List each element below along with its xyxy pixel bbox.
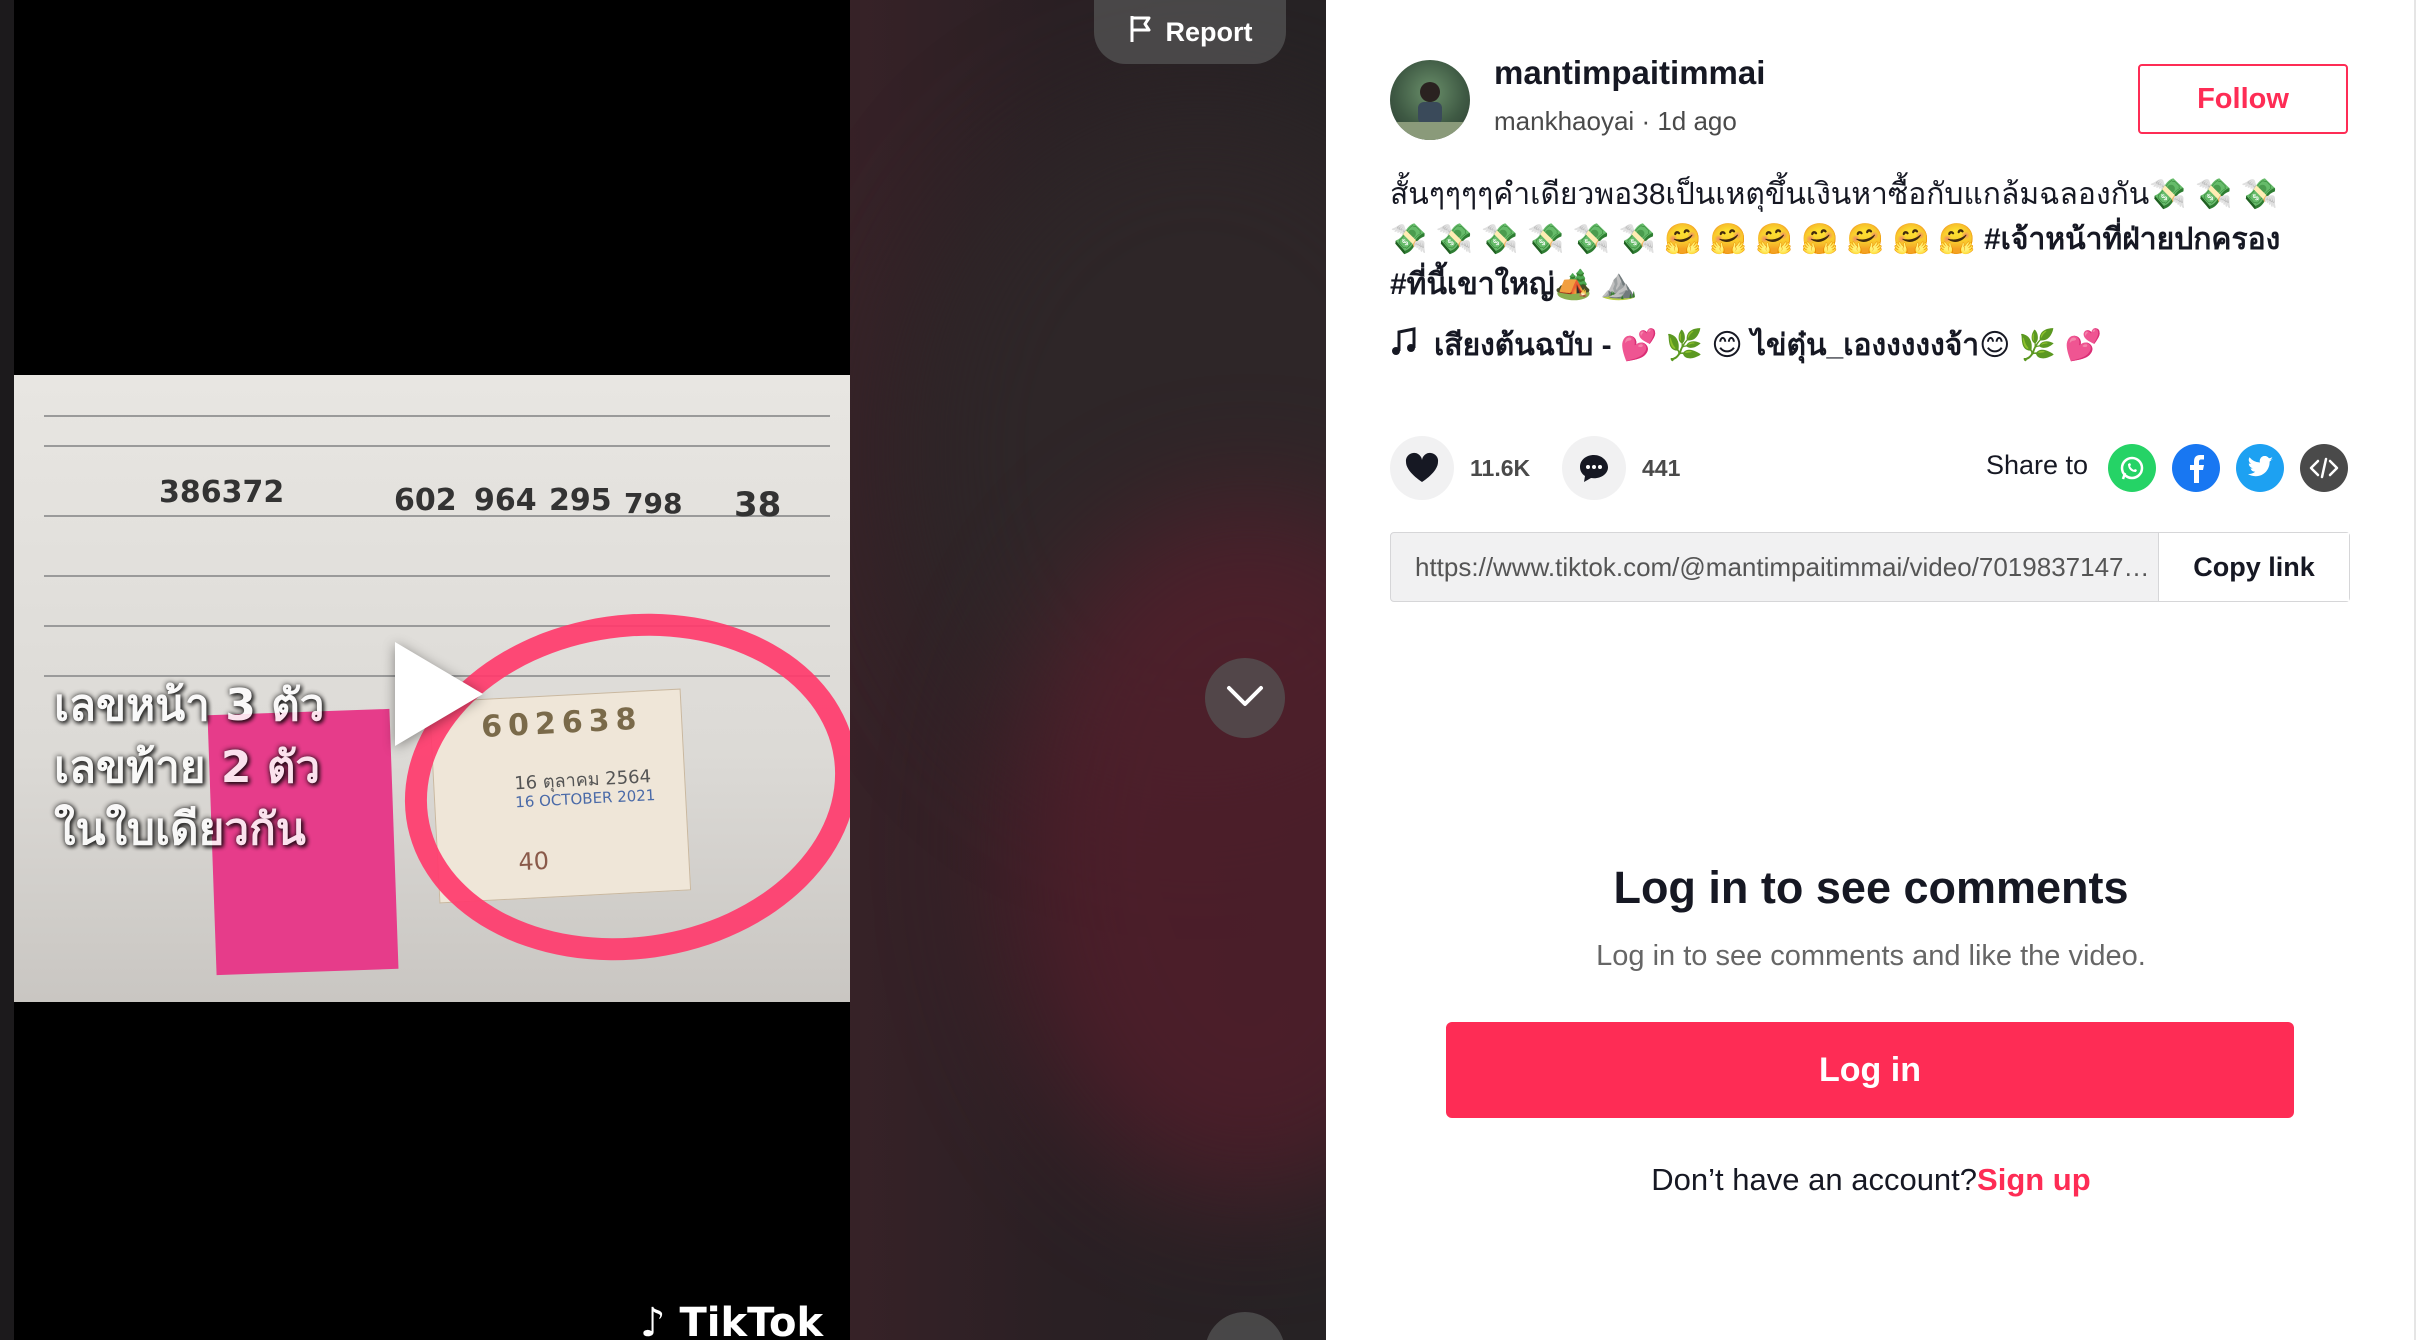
sheet-line [44, 415, 830, 417]
author-handle[interactable]: mankhaoyai [1494, 106, 1634, 136]
left-edge [0, 0, 14, 1340]
sheet-line [44, 445, 830, 447]
embed-icon[interactable] [2300, 444, 2348, 492]
overlay-line: ในใบเดียวกัน [54, 804, 306, 855]
prize-number: 798 [624, 487, 683, 520]
video-player-area[interactable]: 386372 602 964 295 798 38 602638 16 ตุลา… [0, 0, 1326, 1340]
no-account-text: Don’t have an account? [1651, 1162, 1978, 1197]
overlay-line: เลขหน้า 3 ตัว [54, 680, 325, 731]
login-prompt-title: Log in to see comments [1613, 862, 2129, 913]
signup-prompt: Don’t have an account?Sign up [1326, 1162, 2416, 1198]
like-action[interactable]: 11.6K [1390, 436, 1530, 500]
separator-dot: · [1641, 106, 1658, 136]
like-count: 11.6K [1470, 454, 1531, 481]
info-panel: mantimpaitimmai mankhaoyai · 1d ago Foll… [1326, 0, 2416, 1340]
post-time: 1d ago [1657, 106, 1737, 136]
music-note-icon [1390, 326, 1418, 365]
chevron-down-icon [1225, 684, 1265, 713]
follow-button[interactable]: Follow [2138, 64, 2348, 134]
secondary-nav-button[interactable] [1205, 1312, 1285, 1340]
whatsapp-icon[interactable] [2108, 444, 2156, 492]
prize-number: 964 [474, 483, 537, 518]
twitter-icon[interactable] [2236, 444, 2284, 492]
comment-action[interactable]: 441 [1562, 436, 1680, 500]
report-label: Report [1165, 16, 1253, 47]
prize-number: 38 [734, 485, 782, 525]
heart-icon[interactable] [1390, 436, 1454, 500]
report-button[interactable]: Report [1094, 0, 1286, 64]
copy-link-button[interactable]: Copy link [2158, 533, 2349, 601]
comment-icon[interactable] [1562, 436, 1626, 500]
sheet-line [44, 575, 830, 577]
flag-icon [1128, 14, 1156, 51]
music-link[interactable]: เสียงต้นฉบับ - 💕 🌿 😊 ไข่ตุ๋น_เองงงงงจ้า😊… [1390, 322, 2320, 369]
video-caption: สั้นๆๆๆๆคำเดียวพอ38เป็นเหตุขึ้นเงินหาซื้… [1390, 172, 2320, 307]
share-link-box: https://www.tiktok.com/@mantimpaitimmai/… [1390, 532, 2350, 602]
hashtag-link[interactable]: #ที่นี้เขาใหญ่ [1390, 268, 1555, 301]
video-url[interactable]: https://www.tiktok.com/@mantimpaitimmai/… [1391, 552, 2158, 583]
avatar[interactable] [1390, 60, 1470, 140]
caption-tail: 🏕️ ⛰️ [1554, 268, 1638, 301]
hashtag-link[interactable]: #เจ้าหน้าที่ฝ่ายปกครอง [1984, 223, 2280, 256]
login-button[interactable]: Log in [1446, 1022, 2294, 1118]
author-subline: mankhaoyai · 1d ago [1494, 106, 1737, 137]
facebook-icon[interactable] [2172, 444, 2220, 492]
next-video-button[interactable] [1205, 658, 1285, 738]
tiktok-logo-icon: ♪ [640, 1300, 666, 1340]
prize-number: 295 [549, 483, 612, 518]
overlay-line: เลขท้าย 2 ตัว [54, 742, 321, 793]
watermark-text: TikTok [679, 1300, 824, 1340]
author-username[interactable]: mantimpaitimmai [1494, 54, 1765, 92]
login-prompt-subtitle: Log in to see comments and like the vide… [1596, 940, 2146, 972]
prize-number: 386372 [159, 475, 285, 510]
signup-link[interactable]: Sign up [1977, 1162, 2091, 1197]
prize-number: 602 [394, 483, 457, 518]
share-to-label: Share to [1986, 450, 2089, 480]
play-icon[interactable] [395, 642, 483, 746]
tiktok-watermark: ♪ TikTok [640, 1300, 823, 1340]
music-label: เสียงต้นฉบับ - 💕 🌿 😊 ไข่ตุ๋น_เองงงงงจ้า😊… [1434, 329, 2102, 362]
comment-count: 441 [1642, 454, 1681, 481]
